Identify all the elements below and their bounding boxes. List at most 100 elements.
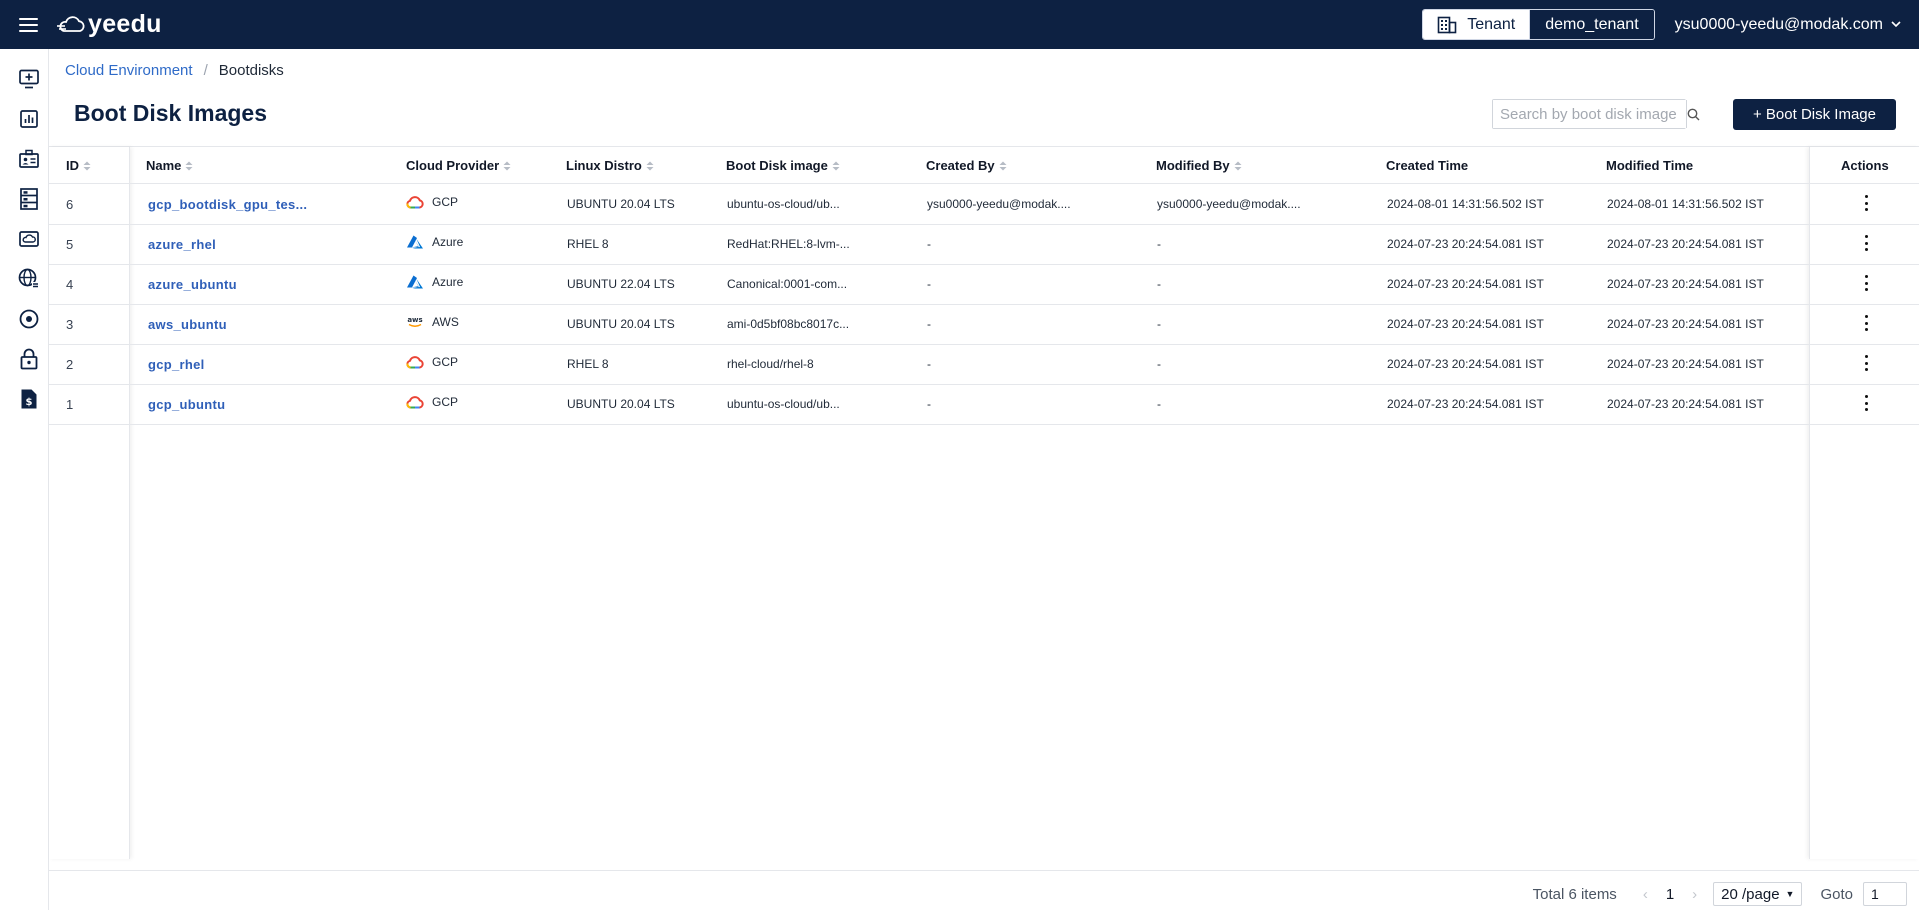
cell-linux-distro: RHEL 8 (567, 357, 609, 371)
cloud-provider-text: AWS (432, 315, 459, 329)
breadcrumb-separator: / (203, 62, 208, 79)
cell-boot-disk-image: ubuntu-os-cloud/ub... (727, 397, 840, 411)
cell-created-by: ysu0000-yeedu@modak.... (927, 197, 1071, 211)
workspace-add-icon[interactable] (18, 68, 40, 90)
header-modified-by[interactable]: Modified By (1156, 158, 1242, 173)
boot-disk-name-link[interactable]: azure_rhel (148, 237, 216, 252)
next-page-icon[interactable]: › (1692, 886, 1697, 903)
sort-icon[interactable] (832, 161, 840, 171)
goto-input[interactable] (1863, 882, 1907, 906)
row-actions-kebab-icon[interactable] (1863, 195, 1869, 211)
cloud-drive-icon[interactable] (18, 228, 40, 250)
brand-name: yeedu (88, 10, 162, 38)
cell-cloud-provider: GCP (406, 355, 458, 369)
add-boot-disk-image-button[interactable]: + Boot Disk Image (1733, 99, 1896, 130)
top-bar: yeedu Tenant demo_tenant ysu0000-yeedu@m… (0, 0, 1919, 49)
row-actions-kebab-icon[interactable] (1863, 235, 1869, 251)
sort-icon[interactable] (185, 161, 193, 171)
cell-modified-time: 2024-07-23 20:24:54.081 IST (1607, 277, 1764, 291)
cell-created-time: 2024-08-01 14:31:56.502 IST (1387, 197, 1544, 211)
chevron-down-icon (1891, 21, 1901, 28)
cell-id: 1 (66, 397, 74, 412)
cell-cloud-provider: GCP (406, 195, 458, 209)
boot-disk-name-link[interactable]: gcp_bootdisk_gpu_tes... (148, 197, 307, 212)
sort-icon[interactable] (646, 161, 654, 171)
cell-created-by: - (927, 317, 931, 331)
prev-page-icon[interactable]: ‹ (1643, 886, 1648, 903)
boot-disk-name-link[interactable]: gcp_rhel (148, 357, 205, 372)
cell-cloud-provider: aws AWS (406, 315, 459, 329)
id-card-icon[interactable] (18, 148, 40, 170)
tenant-value[interactable]: demo_tenant (1529, 10, 1654, 39)
cell-modified-by: - (1157, 397, 1161, 411)
cell-created-time: 2024-07-23 20:24:54.081 IST (1387, 397, 1544, 411)
goto-page: Goto (1820, 882, 1907, 906)
search-button[interactable] (1686, 100, 1700, 128)
billing-icon[interactable]: $ (18, 388, 40, 410)
cell-created-by: - (927, 277, 931, 291)
cell-created-by: - (927, 357, 931, 371)
lock-icon[interactable] (18, 348, 40, 370)
cell-boot-disk-image: Canonical:0001-com... (727, 277, 848, 291)
boot-disk-name-link[interactable]: aws_ubuntu (148, 317, 227, 332)
azure-icon (407, 275, 423, 289)
hamburger-menu-icon[interactable] (19, 17, 39, 32)
gcp-icon (406, 396, 424, 409)
cell-modified-by: - (1157, 237, 1161, 251)
row-actions-kebab-icon[interactable] (1863, 395, 1869, 411)
cell-modified-by: - (1157, 357, 1161, 371)
cell-cloud-provider: Azure (406, 235, 463, 249)
boot-disk-name-link[interactable]: azure_ubuntu (148, 277, 237, 292)
cloud-provider-text: Azure (432, 275, 464, 289)
cell-cloud-provider: Azure (406, 275, 463, 289)
header-name[interactable]: Name (146, 158, 193, 173)
svg-text:aws: aws (407, 316, 422, 324)
left-nav: $ (0, 49, 49, 910)
cell-created-time: 2024-07-23 20:24:54.081 IST (1387, 357, 1544, 371)
chart-icon[interactable] (18, 108, 40, 130)
cell-id: 3 (66, 317, 74, 332)
row-actions-kebab-icon[interactable] (1863, 355, 1869, 371)
cell-linux-distro: UBUNTU 22.04 LTS (567, 277, 675, 291)
header-id[interactable]: ID (66, 158, 91, 173)
gcp-icon (406, 196, 424, 209)
sort-icon[interactable] (1234, 161, 1242, 171)
disk-icon[interactable] (18, 308, 40, 330)
gcp-icon (406, 356, 424, 369)
boot-disk-table: ID Name Cloud Provider Linux Distro Boot… (49, 146, 1919, 859)
cell-id: 6 (66, 197, 74, 212)
goto-label: Goto (1820, 885, 1853, 903)
sort-icon[interactable] (999, 161, 1007, 171)
boot-disk-name-link[interactable]: gcp_ubuntu (148, 397, 225, 412)
server-icon[interactable] (18, 188, 40, 210)
sort-icon[interactable] (83, 161, 91, 171)
table-footer: Total 6 items ‹ 1 › 20 /page ▼ Goto (49, 870, 1919, 910)
tenant-label[interactable]: Tenant (1423, 10, 1530, 39)
sort-icon[interactable] (503, 161, 511, 171)
breadcrumb-cloud-environment[interactable]: Cloud Environment (65, 62, 193, 79)
globe-icon[interactable] (18, 268, 40, 290)
header-created-by[interactable]: Created By (926, 158, 1007, 173)
header-cloud-provider[interactable]: Cloud Provider (406, 158, 511, 173)
page-title: Boot Disk Images (74, 100, 267, 126)
cell-created-time: 2024-07-23 20:24:54.081 IST (1387, 277, 1544, 291)
cell-created-by: - (927, 397, 931, 411)
cloud-provider-text: Azure (432, 235, 464, 249)
tenant-switcher[interactable]: Tenant demo_tenant (1422, 9, 1655, 40)
brand-logo[interactable]: yeedu (56, 10, 162, 39)
search-icon (1687, 108, 1700, 120)
row-actions-kebab-icon[interactable] (1863, 315, 1869, 331)
page-size-select[interactable]: 20 /page ▼ (1713, 882, 1803, 906)
cell-modified-by: - (1157, 317, 1161, 331)
row-actions-kebab-icon[interactable] (1863, 275, 1869, 291)
header-modified-time: Modified Time (1606, 158, 1694, 173)
header-created-time: Created Time (1386, 158, 1469, 173)
search-input[interactable] (1493, 100, 1686, 128)
cloud-logo-icon (57, 15, 85, 32)
user-menu[interactable]: ysu0000-yeedu@modak.com (1675, 16, 1901, 34)
search-box (1492, 99, 1700, 129)
cloud-provider-text: GCP (432, 195, 459, 209)
page-number[interactable]: 1 (1666, 886, 1674, 903)
header-boot-disk-image[interactable]: Boot Disk image (726, 158, 840, 173)
header-linux-distro[interactable]: Linux Distro (566, 158, 654, 173)
